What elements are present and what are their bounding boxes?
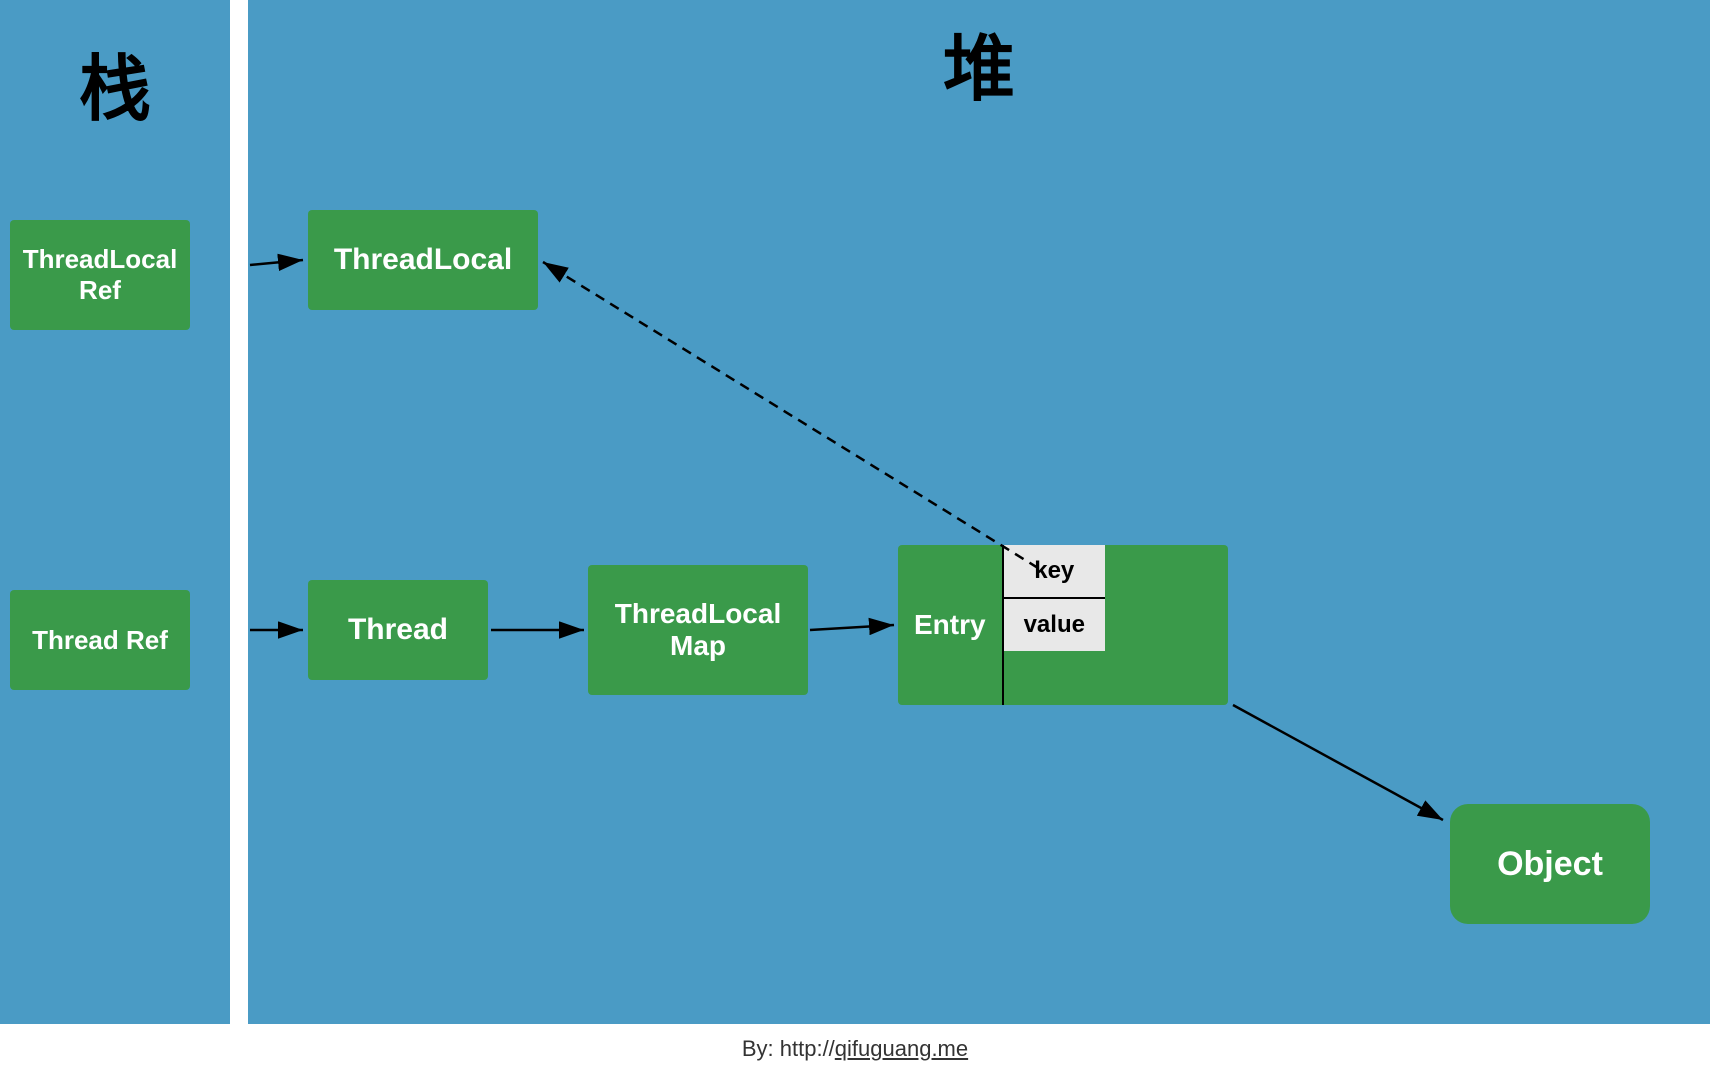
object-box: Object bbox=[1450, 804, 1650, 924]
thread-local-ref-box: ThreadLocal Ref bbox=[10, 220, 190, 330]
heap-panel: 堆 ThreadLocal Thread ThreadLocal Map Ent… bbox=[248, 0, 1710, 1024]
entry-box: Entry key value bbox=[898, 545, 1228, 705]
main-container: 栈 ThreadLocal Ref Thread Ref 堆 ThreadLoc… bbox=[0, 0, 1710, 1074]
entry-key: key bbox=[1004, 545, 1105, 599]
stack-panel: 栈 ThreadLocal Ref Thread Ref bbox=[0, 0, 230, 1024]
footer: By: http://qifuguang.me bbox=[0, 1024, 1710, 1074]
thread-box: Thread bbox=[308, 580, 488, 680]
footer-text: By: http:// bbox=[742, 1036, 835, 1062]
stack-heap-divider bbox=[230, 0, 248, 1024]
entry-label: Entry bbox=[898, 545, 1004, 705]
thread-local-map-box: ThreadLocal Map bbox=[588, 565, 808, 695]
heap-title: 堆 bbox=[248, 0, 1710, 125]
thread-ref-box: Thread Ref bbox=[10, 590, 190, 690]
footer-link[interactable]: qifuguang.me bbox=[835, 1036, 968, 1062]
thread-local-box: ThreadLocal bbox=[308, 210, 538, 310]
entry-kv: key value bbox=[1004, 545, 1105, 705]
entry-value: value bbox=[1004, 599, 1105, 651]
stack-title: 栈 bbox=[0, 20, 230, 145]
diagram-area: 栈 ThreadLocal Ref Thread Ref 堆 ThreadLoc… bbox=[0, 0, 1710, 1024]
